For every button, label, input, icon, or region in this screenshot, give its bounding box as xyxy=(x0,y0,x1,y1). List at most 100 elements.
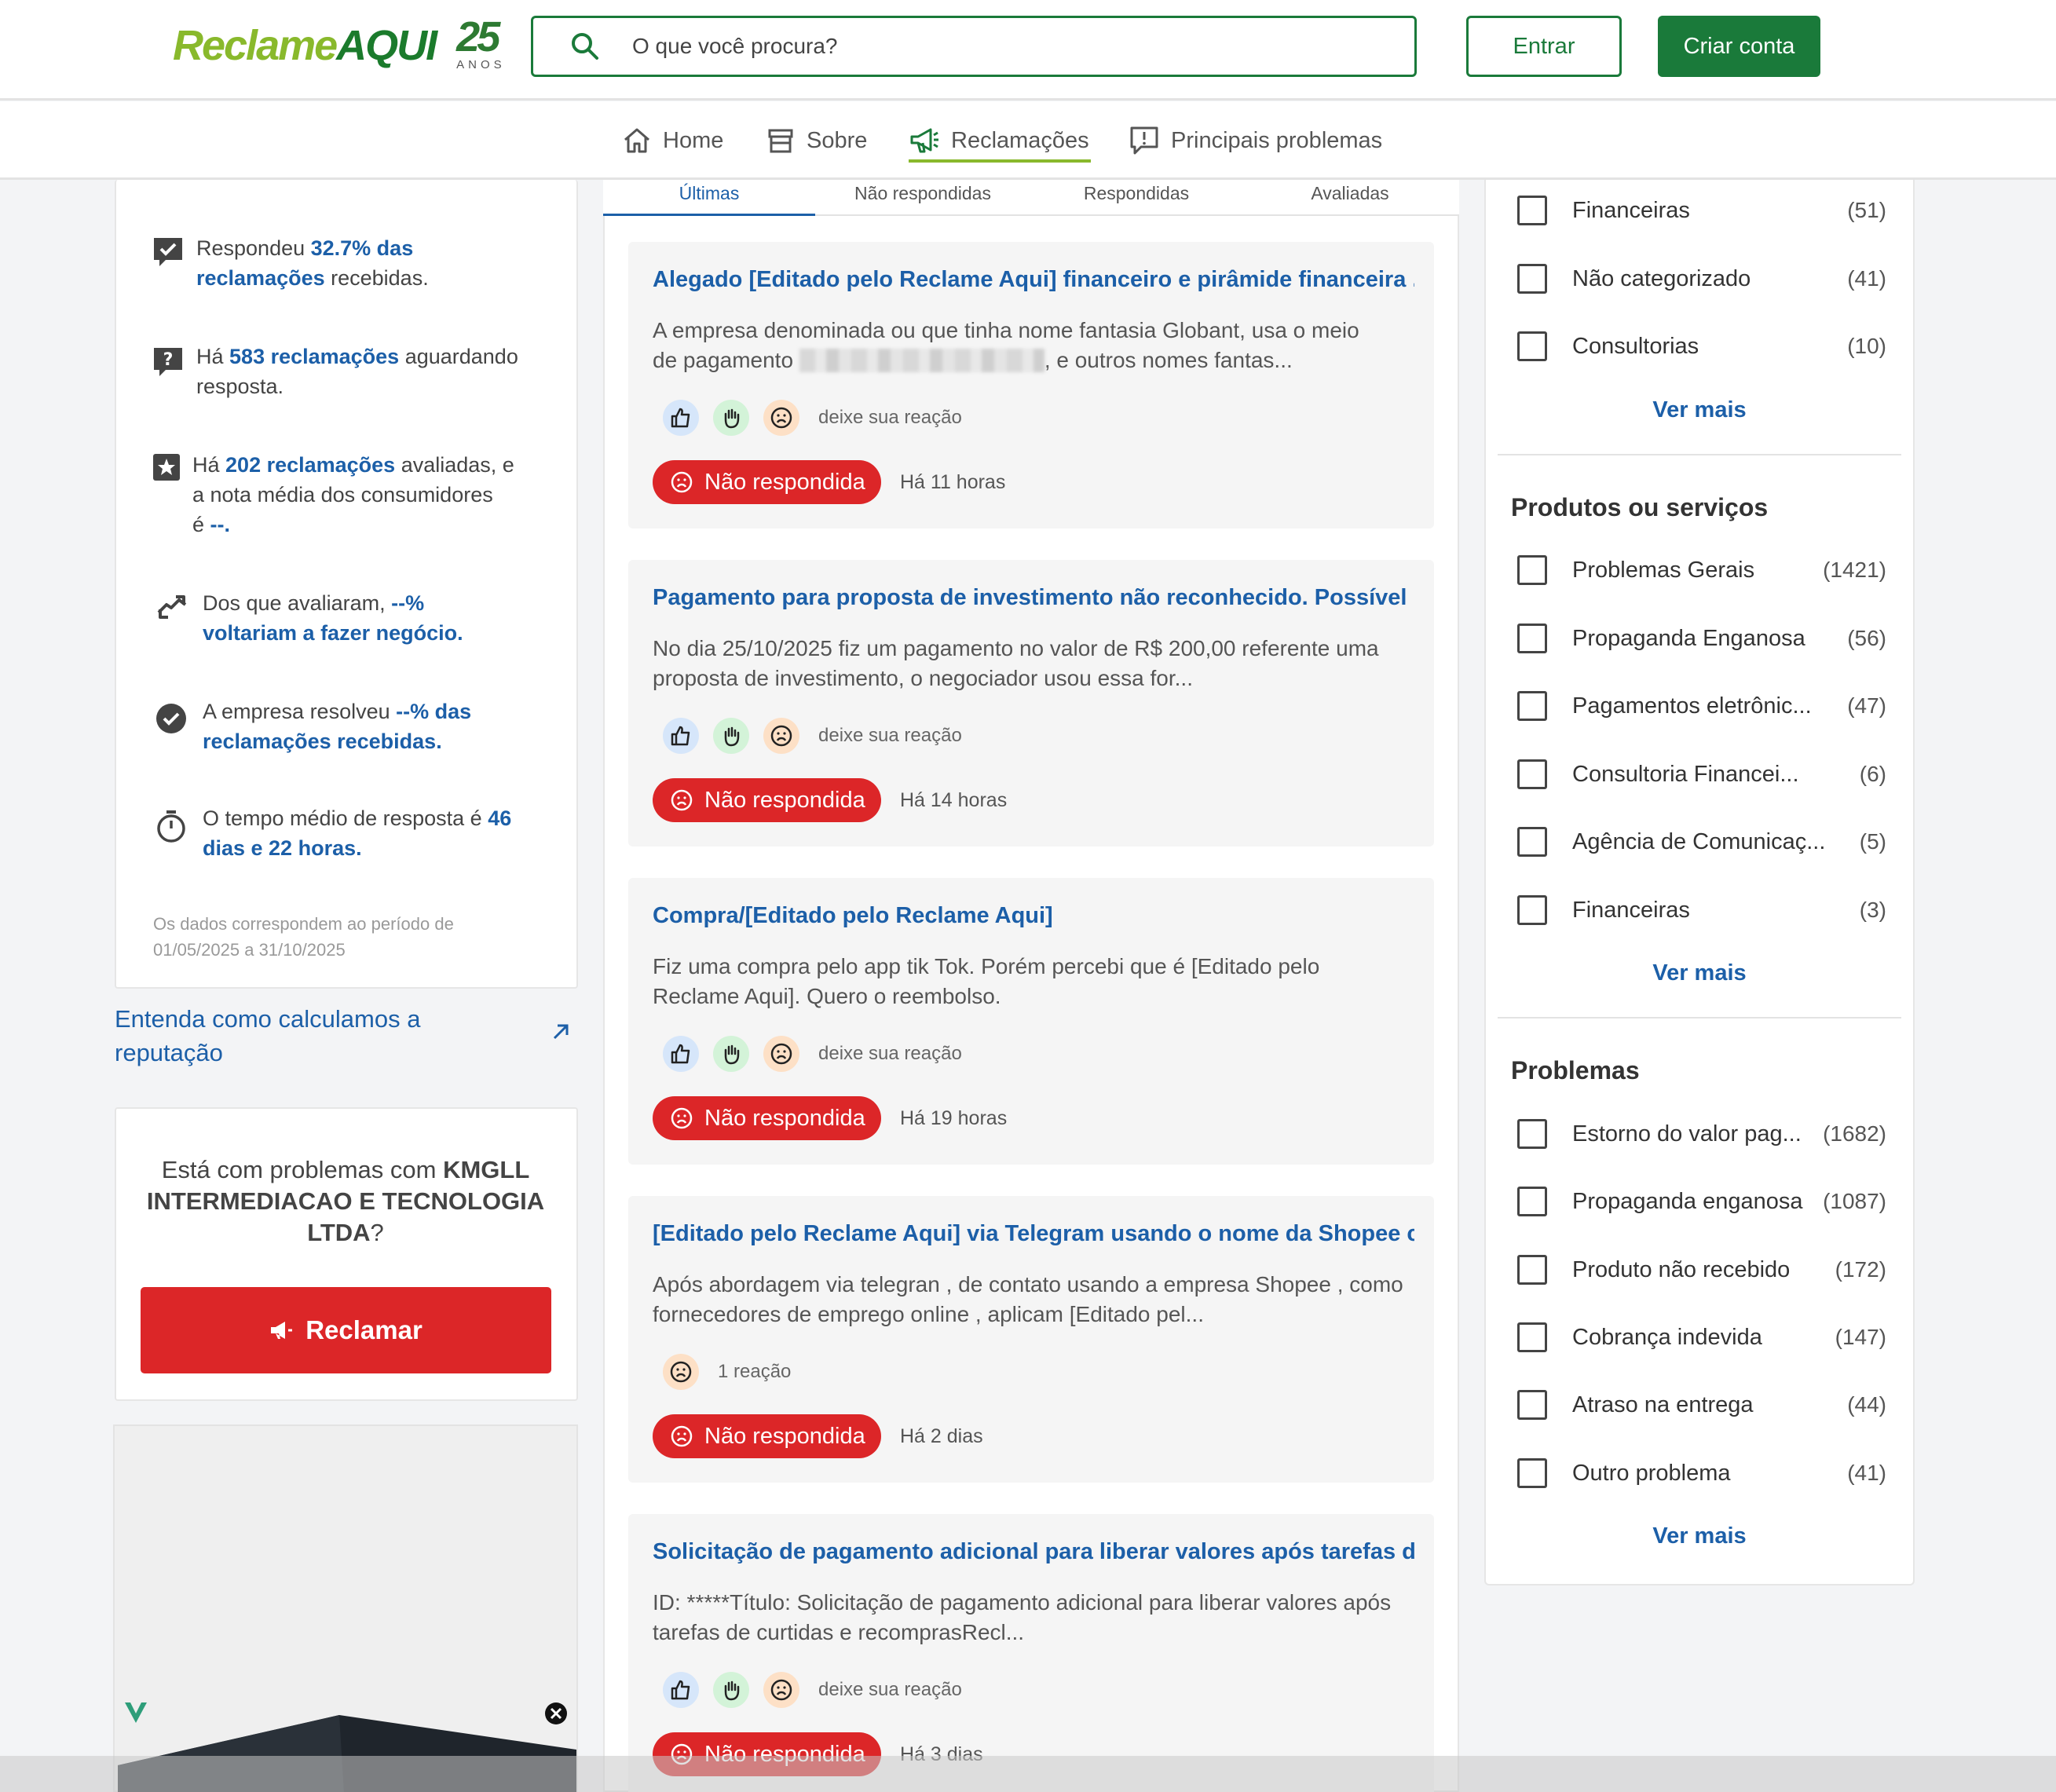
signup-button[interactable]: Criar conta xyxy=(1658,16,1820,77)
filter-problem[interactable]: Atraso na entrega (44) xyxy=(1517,1385,1886,1424)
filter-product[interactable]: Pagamentos eletrônic... (47) xyxy=(1517,686,1886,726)
tab-avaliadas[interactable]: Avaliadas xyxy=(1244,180,1456,216)
complaint-description: No dia 25/10/2025 fiz um pagamento no va… xyxy=(653,636,1379,690)
nav-item-problemas[interactable]: Principais problemas xyxy=(1129,101,1382,180)
filter-count: (3) xyxy=(1859,898,1886,922)
complaint-card[interactable]: Pagamento para proposta de investimento … xyxy=(628,560,1434,847)
checkbox[interactable] xyxy=(1517,1390,1547,1420)
tab-ultimas[interactable]: Últimas xyxy=(603,180,815,216)
status-badge: Não respondida xyxy=(653,460,881,504)
complaint-card[interactable]: Alegado [Editado pelo Reclame Aqui] fina… xyxy=(628,242,1434,528)
thumbs-up-icon[interactable] xyxy=(663,400,699,436)
complaint-title[interactable]: [Editado pelo Reclame Aqui] via Telegram… xyxy=(653,1221,1414,1247)
complain-button[interactable]: Reclamar xyxy=(141,1287,551,1373)
search-input[interactable] xyxy=(632,34,1339,59)
logo-years: 25 xyxy=(456,13,500,60)
checkbox[interactable] xyxy=(1517,691,1547,721)
complaint-desc-line: , e outros nomes fantas... xyxy=(1044,348,1293,372)
see-more-products-link[interactable]: Ver mais xyxy=(1484,960,1915,986)
thumbs-up-icon[interactable] xyxy=(663,1672,699,1708)
reputation-calculation-link[interactable]: Entenda como calculamos a reputação xyxy=(115,1002,492,1070)
external-link-icon[interactable] xyxy=(550,1021,572,1043)
sad-face-icon[interactable] xyxy=(663,1354,699,1390)
complaint-desc-line: A empresa denominada ou que tinha nome f… xyxy=(653,318,1359,342)
hand-icon[interactable] xyxy=(713,1036,749,1072)
filter-product[interactable]: Propaganda Enganosa (56) xyxy=(1517,619,1886,658)
logo-reclame: Reclame xyxy=(173,22,338,69)
period-line: Os dados correspondem ao período de xyxy=(153,914,454,934)
complaint-title[interactable]: Compra/[Editado pelo Reclame Aqui] xyxy=(653,903,1414,929)
checkbox[interactable] xyxy=(1517,1255,1547,1285)
stat-value: voltariam a fazer negócio. xyxy=(203,621,463,645)
search-bar[interactable] xyxy=(531,16,1417,77)
divider xyxy=(1498,454,1901,455)
sad-face-icon xyxy=(671,1107,693,1129)
checkbox[interactable] xyxy=(1517,624,1547,653)
see-more-problems-link[interactable]: Ver mais xyxy=(1484,1523,1915,1549)
stat-value: reclamações recebidas. xyxy=(203,730,442,753)
complaint-title[interactable]: Solicitação de pagamento adicional para … xyxy=(653,1539,1414,1565)
nav-item-home[interactable]: Home xyxy=(622,101,723,180)
login-button[interactable]: Entrar xyxy=(1466,16,1622,77)
filter-product[interactable]: Agência de Comunicaç... (5) xyxy=(1517,822,1886,861)
redacted-text xyxy=(799,349,1044,372)
complaint-title[interactable]: Alegado [Editado pelo Reclame Aqui] fina… xyxy=(653,267,1414,293)
hand-icon[interactable] xyxy=(713,400,749,436)
complaint-title[interactable]: Pagamento para proposta de investimento … xyxy=(653,585,1414,611)
active-nav-indicator xyxy=(909,159,1091,163)
checkbox[interactable] xyxy=(1517,1458,1547,1488)
reactions-bar: deixe sua reação xyxy=(663,1671,962,1709)
filter-problem[interactable]: Cobrança indevida (147) xyxy=(1517,1318,1886,1357)
filter-product[interactable]: Problemas Gerais (1421) xyxy=(1517,550,1886,590)
reclame-aqui-logo[interactable]: Reclame AQUI 25 ANOS xyxy=(173,13,503,74)
sad-face-icon xyxy=(671,789,693,811)
checkbox[interactable] xyxy=(1517,759,1547,789)
complaint-card[interactable]: Compra/[Editado pelo Reclame Aqui] Fiz u… xyxy=(628,878,1434,1165)
filter-problem[interactable]: Propaganda enganosa (1087) xyxy=(1517,1182,1886,1221)
thumbs-up-icon[interactable] xyxy=(663,1036,699,1072)
advertisement[interactable] xyxy=(113,1424,578,1792)
thumbs-up-icon[interactable] xyxy=(663,718,699,754)
filter-problem[interactable]: Outro problema (41) xyxy=(1517,1454,1886,1493)
stat-response-time: O tempo médio de resposta é 46 dias e 22… xyxy=(203,803,511,863)
sad-face-icon[interactable] xyxy=(763,1036,799,1072)
products-section-title: Produtos ou serviços xyxy=(1511,493,1769,521)
hand-icon[interactable] xyxy=(713,1672,749,1708)
complain-cta-text: Está com problemas com KMGLL INTERMEDIAC… xyxy=(134,1154,558,1249)
sad-face-icon[interactable] xyxy=(763,718,799,754)
checkbox[interactable] xyxy=(1517,895,1547,925)
tab-respondidas[interactable]: Respondidas xyxy=(1030,180,1242,216)
filter-category-financeiras[interactable]: Financeiras (51) xyxy=(1517,191,1886,230)
filter-product[interactable]: Financeiras (3) xyxy=(1517,891,1886,930)
filter-category-nao-categorizado[interactable]: Não categorizado (41) xyxy=(1517,259,1886,298)
sad-face-icon[interactable] xyxy=(763,1672,799,1708)
filter-label: Propaganda enganosa xyxy=(1572,1188,1803,1214)
divider xyxy=(1498,1017,1901,1019)
checkbox[interactable] xyxy=(1517,555,1547,585)
nav-label-problemas: Principais problemas xyxy=(1171,127,1383,153)
filter-problem[interactable]: Produto não recebido (172) xyxy=(1517,1250,1886,1289)
filter-label: Problemas Gerais xyxy=(1572,557,1755,583)
checkbox[interactable] xyxy=(1517,196,1547,225)
nav-item-sobre[interactable]: Sobre xyxy=(766,101,867,180)
checkbox[interactable] xyxy=(1517,1187,1547,1216)
sad-face-icon[interactable] xyxy=(763,400,799,436)
complaint-card[interactable]: Solicitação de pagamento adicional para … xyxy=(628,1514,1434,1792)
filter-product[interactable]: Consultoria Financei... (6) xyxy=(1517,755,1886,794)
see-more-categories-link[interactable]: Ver mais xyxy=(1484,397,1915,423)
question-message-icon: ? xyxy=(154,348,182,376)
checkbox[interactable] xyxy=(1517,264,1547,294)
checkbox[interactable] xyxy=(1517,1119,1547,1149)
checkbox[interactable] xyxy=(1517,1322,1547,1352)
anniversary-badge: 25 ANOS xyxy=(456,13,503,74)
checkbox[interactable] xyxy=(1517,331,1547,361)
hand-icon[interactable] xyxy=(713,718,749,754)
checkbox[interactable] xyxy=(1517,827,1547,857)
filter-category-consultorias[interactable]: Consultorias (10) xyxy=(1517,327,1886,366)
nav-item-reclamacoes[interactable]: Reclamações xyxy=(909,101,1089,180)
complaint-card[interactable]: [Editado pelo Reclame Aqui] via Telegram… xyxy=(628,1196,1434,1483)
tab-nao-respondidas[interactable]: Não respondidas xyxy=(817,180,1029,216)
stat-value: --% das xyxy=(396,700,472,723)
filter-problem[interactable]: Estorno do valor pag... (1682) xyxy=(1517,1114,1886,1154)
stat-text: Dos que avaliaram, xyxy=(203,591,392,615)
